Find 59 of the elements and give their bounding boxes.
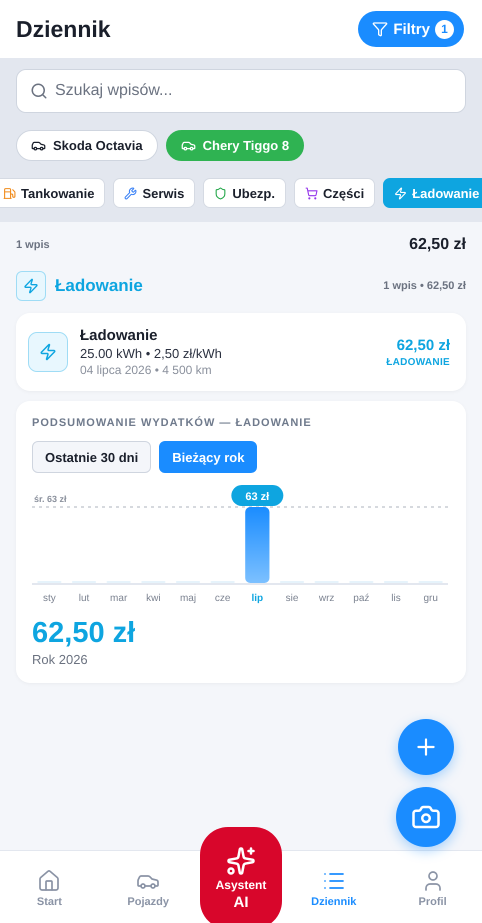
category-chip[interactable]: Ubezp. [203, 178, 286, 208]
search-icon [30, 82, 48, 100]
nav-item[interactable]: Pojazdy [98, 851, 198, 923]
shield-icon [214, 186, 228, 200]
cart-icon [305, 186, 318, 200]
average-label: śr. 63 zł [34, 494, 67, 504]
filter-button[interactable]: Filtry 1 [358, 11, 464, 47]
month-label: kwi [146, 593, 161, 604]
month-label: sie [286, 593, 298, 604]
category-chip[interactable]: Serwis [113, 178, 196, 208]
add-button[interactable] [398, 719, 454, 775]
period-label: Rok 2026 [32, 652, 89, 667]
vehicle-chip[interactable]: Chery Tiggo 8 [166, 130, 304, 161]
value-label: 63 zł [245, 491, 270, 503]
sparkles-icon [226, 846, 256, 876]
home-icon [37, 869, 62, 893]
ai-assistant-button[interactable]: Asystent AI [200, 827, 282, 923]
month-label: lis [391, 593, 401, 604]
month-label: lip [252, 593, 264, 604]
lightning-icon [28, 332, 68, 372]
scan-button[interactable] [396, 787, 456, 847]
year-total: 62,50 zł [32, 617, 136, 650]
month-label: sty [42, 593, 56, 604]
wrench-icon [124, 186, 138, 200]
month-label: lut [78, 593, 90, 604]
month-label: paź [353, 593, 370, 604]
fuel-pump-icon [3, 186, 16, 200]
period-tab[interactable]: Ostatnie 30 dni [32, 441, 152, 473]
nav-item[interactable]: Dziennik [284, 851, 384, 923]
entry-details: 25.00 kWh • 2,50 zł/kWh [80, 346, 223, 361]
lightning-icon [16, 271, 46, 301]
period-tab[interactable]: Bieżący rok [159, 441, 258, 473]
group-title: Ładowanie [55, 276, 143, 296]
page-title: Dziennik [16, 16, 111, 42]
entry-title: Ładowanie [80, 327, 159, 344]
value-badge [231, 485, 284, 506]
entry-category: ŁADOWANIE [386, 356, 450, 368]
month-label: cze [214, 593, 230, 604]
nav-item[interactable]: Start [0, 851, 99, 923]
nav-item[interactable]: Profil [383, 851, 482, 923]
entry-date: 04 lipca 2026 • 4 500 km [80, 363, 213, 377]
group-meta: 1 wpis • 62,50 zł [383, 280, 466, 292]
category-chip[interactable]: Ładowanie [383, 178, 482, 208]
category-chip[interactable]: Części [294, 178, 376, 208]
entry-card[interactable]: Ładowanie 25.00 kWh • 2,50 zł/kWh 04 lipca 2026 • 4 500 km 62,50 zł ŁADOWANIE [16, 313, 466, 391]
filter-count: 1 [435, 20, 454, 38]
search-field[interactable]: Szukaj wpisów... [16, 69, 466, 113]
total-amount: 62,50 zł [409, 236, 466, 254]
category-chip[interactable]: Tankowanie [0, 178, 106, 208]
month-label: maj [180, 593, 196, 604]
entry-count: 1 wpis [16, 239, 50, 251]
entry-amount: 62,50 zł [396, 336, 450, 354]
vehicle-chip[interactable]: Skoda Octavia [16, 130, 158, 161]
filter-icon [372, 21, 388, 37]
section-title: PODSUMOWANIE WYDATKÓW — ŁADOWANIE [32, 417, 313, 429]
month-label: wrz [318, 593, 334, 604]
month-label: gru [423, 593, 438, 604]
month-label: mar [110, 593, 128, 604]
lightning-icon [394, 186, 408, 200]
